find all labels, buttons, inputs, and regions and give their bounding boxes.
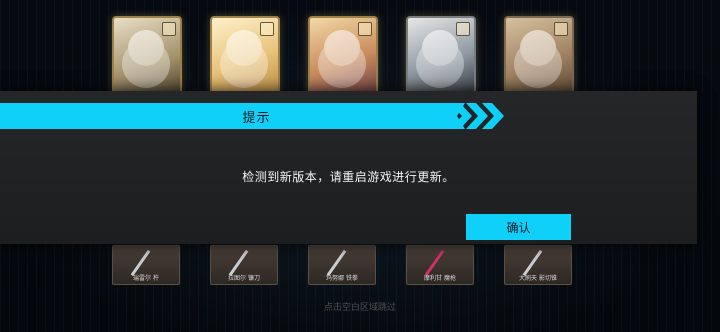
weapon-card[interactable]: 拉图尔 镰刀 [210,245,278,285]
character-portrait [324,30,360,66]
character-portrait [422,30,458,66]
character-portrait [128,30,164,66]
update-dialog: 提示 检测到新版本，请重启游戏进行更新。 确认 [0,91,697,244]
character-portrait [226,30,262,66]
weapon-card[interactable]: 玛努娜 铁拳 [308,245,376,285]
weapon-name: 拉图尔 镰刀 [228,275,260,282]
crest-icon [162,22,176,36]
character-card[interactable] [210,16,280,98]
weapon-name: 瑞雷尔 杵 [133,275,159,282]
weapon-name: 玛努娜 铁拳 [326,275,358,282]
character-card[interactable] [406,16,476,98]
crest-icon [554,22,568,36]
skip-hint[interactable]: 点击空白区域跳过 [0,300,720,313]
weapon-portrait [520,30,556,66]
crest-icon [456,22,470,36]
dialog-title-bar: 提示 [0,103,465,129]
confirm-button[interactable]: 确认 [466,214,571,240]
weapon-card[interactable]: 摩利甘 魔枪 [406,245,474,285]
character-card[interactable] [308,16,378,98]
weapon-card[interactable]: 瑞雷尔 杵 [112,245,180,285]
weapon-card[interactable] [504,16,574,98]
weapon-name: 大刷天 影切锥 [519,275,557,282]
crest-icon [260,22,274,36]
weapon-name: 摩利甘 魔枪 [424,275,456,282]
chevron-right-icon [450,103,504,129]
character-card[interactable] [112,16,182,98]
weapon-card[interactable]: 大刷天 影切锥 [504,245,572,285]
dialog-title: 提示 [242,110,271,126]
dialog-message: 检测到新版本，请重启游戏进行更新。 [242,170,455,184]
crest-icon [358,22,372,36]
